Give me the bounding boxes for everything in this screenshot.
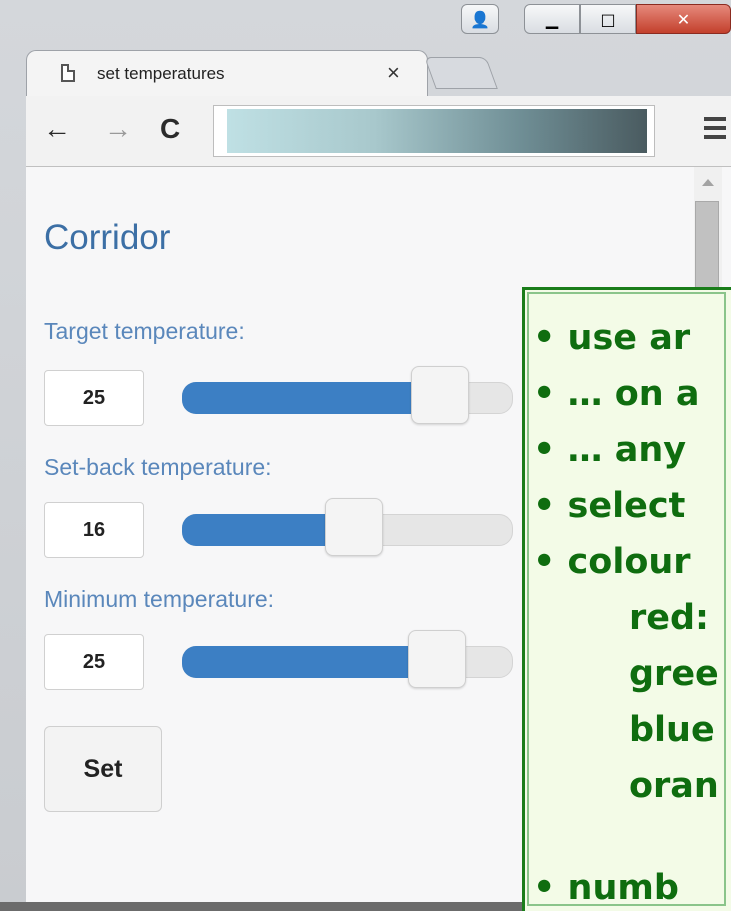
menu-icon[interactable] bbox=[704, 117, 726, 144]
note-line: • … on a bbox=[533, 374, 700, 414]
maximize-button[interactable]: □ bbox=[580, 4, 636, 34]
close-window-button[interactable]: ✕ bbox=[636, 4, 731, 34]
note-line: oran bbox=[629, 766, 719, 806]
note-line: red: bbox=[629, 598, 710, 638]
note-line: blue bbox=[629, 710, 715, 750]
note-line: • … any bbox=[533, 430, 687, 470]
slider-thumb[interactable] bbox=[325, 498, 384, 556]
tab-title: set temperatures bbox=[97, 64, 225, 83]
address-bar[interactable] bbox=[213, 105, 655, 157]
page-title: Corridor bbox=[44, 218, 171, 257]
minimum-temperature-slider[interactable] bbox=[182, 630, 513, 688]
annotation-box: • use ar • … on a • … any • select • col… bbox=[522, 287, 731, 911]
slider-fill bbox=[182, 382, 431, 414]
forward-arrow-icon[interactable]: → bbox=[104, 114, 132, 144]
browser-window: 👤 ▁ □ ✕ set temperatures × ← → C Corrido… bbox=[0, 0, 731, 911]
url-redacted bbox=[227, 109, 647, 153]
set-button[interactable]: Set bbox=[44, 726, 162, 812]
tab-set-temperatures[interactable]: set temperatures × bbox=[26, 50, 428, 96]
slider-fill bbox=[182, 514, 345, 546]
setback-temperature-slider[interactable] bbox=[182, 498, 513, 556]
minimize-button[interactable]: ▁ bbox=[524, 4, 580, 34]
new-tab-button[interactable] bbox=[424, 57, 498, 89]
profile-icon[interactable]: 👤 bbox=[461, 4, 499, 34]
back-arrow-icon[interactable]: ← bbox=[43, 114, 71, 144]
note-line: • use ar bbox=[533, 318, 691, 358]
note-line: • numb bbox=[533, 868, 679, 908]
scroll-thumb[interactable] bbox=[695, 201, 719, 301]
tab-close-icon[interactable]: × bbox=[387, 60, 400, 86]
page-icon bbox=[61, 64, 75, 82]
scroll-up-icon[interactable] bbox=[702, 179, 714, 186]
note-line: • select bbox=[533, 486, 686, 526]
slider-thumb[interactable] bbox=[411, 366, 470, 424]
slider-thumb[interactable] bbox=[407, 630, 466, 688]
target-temperature-label: Target temperature: bbox=[44, 318, 245, 344]
note-line: gree bbox=[629, 654, 719, 694]
reload-icon[interactable]: C bbox=[160, 114, 180, 144]
toolbar: ← → C bbox=[26, 96, 731, 167]
slider-fill bbox=[182, 646, 427, 678]
setback-temperature-input[interactable]: 16 bbox=[44, 502, 144, 558]
target-temperature-slider[interactable] bbox=[182, 366, 513, 424]
note-line: • colour bbox=[533, 542, 691, 582]
minimum-temperature-input[interactable]: 25 bbox=[44, 634, 144, 690]
minimum-temperature-label: Minimum temperature: bbox=[44, 586, 275, 612]
target-temperature-input[interactable]: 25 bbox=[44, 370, 144, 426]
setback-temperature-label: Set-back temperature: bbox=[44, 454, 272, 480]
